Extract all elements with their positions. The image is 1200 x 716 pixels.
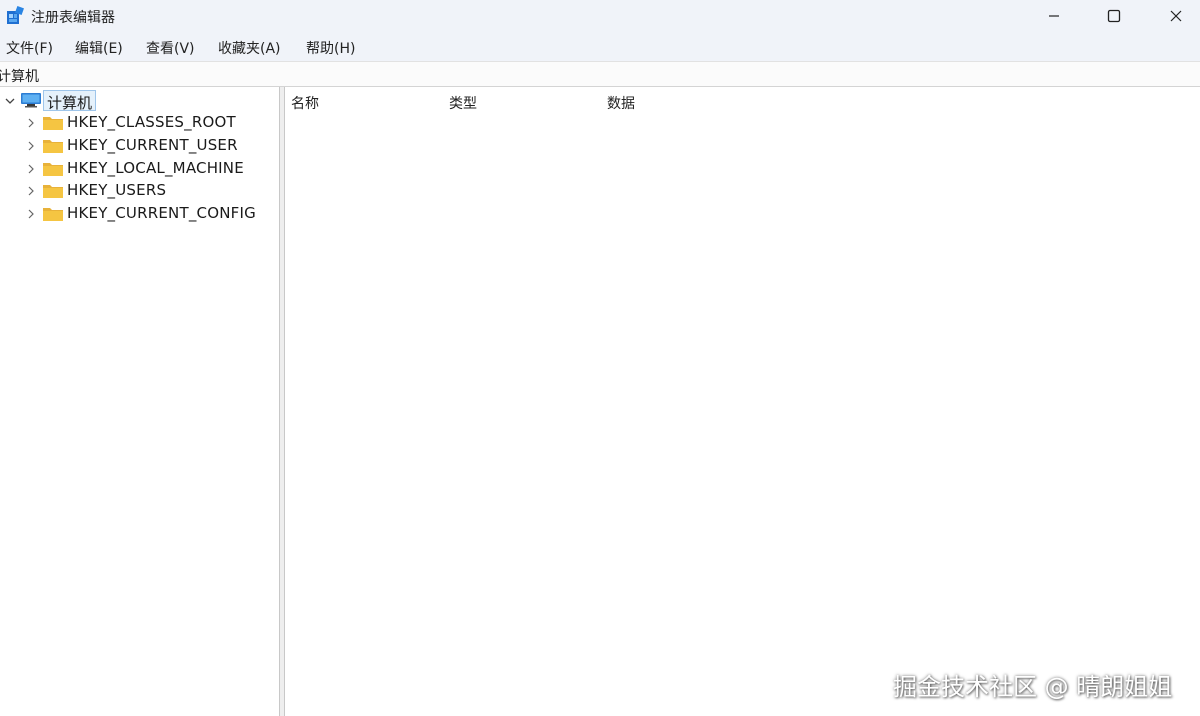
menu-help[interactable]: 帮助(H) [306, 38, 355, 58]
minimize-button[interactable] [1026, 0, 1082, 32]
tree-item-label: HKEY_LOCAL_MACHINE [67, 159, 244, 177]
minimize-icon [1049, 15, 1059, 17]
maximize-icon [1107, 9, 1121, 23]
folder-icon [43, 117, 63, 130]
menu-file[interactable]: 文件(F) [6, 38, 53, 58]
tree-item-label: HKEY_CURRENT_CONFIG [67, 204, 256, 222]
tree-item-label: HKEY_CLASSES_ROOT [67, 113, 236, 131]
window-title: 注册表编辑器 [31, 10, 115, 26]
maximize-button[interactable] [1086, 0, 1142, 32]
menu-view[interactable]: 查看(V) [146, 38, 195, 58]
chevron-right-icon[interactable] [25, 185, 37, 197]
close-icon [1170, 10, 1182, 22]
address-path[interactable]: 计算机 [0, 66, 39, 86]
title-bar[interactable]: 注册表编辑器 [0, 0, 1200, 32]
registry-editor-icon [7, 6, 24, 24]
column-header-name[interactable]: 名称 [291, 93, 319, 113]
values-list-pane[interactable] [285, 87, 1200, 716]
menu-edit[interactable]: 编辑(E) [75, 38, 123, 58]
folder-icon [43, 185, 63, 198]
tree-root-computer[interactable]: 计算机 [43, 90, 97, 112]
chevron-right-icon[interactable] [25, 140, 37, 152]
chevron-right-icon[interactable] [25, 117, 37, 129]
column-header-type[interactable]: 类型 [449, 93, 477, 113]
tree-item-label: HKEY_USERS [67, 181, 167, 199]
chevron-right-icon[interactable] [25, 163, 37, 175]
menu-bar: 文件(F) 编辑(E) 查看(V) 收藏夹(A) 帮助(H) [0, 32, 1200, 61]
folder-icon [43, 208, 63, 221]
address-bar[interactable]: 计算机 [0, 61, 1200, 87]
column-header-data[interactable]: 数据 [607, 93, 635, 113]
chevron-down-icon[interactable] [4, 95, 16, 107]
folder-icon [43, 140, 63, 153]
chevron-right-icon[interactable] [25, 208, 37, 220]
watermark: 掘金技术社区 @ 晴朗姐姐 [893, 673, 1173, 701]
close-button[interactable] [1148, 0, 1200, 32]
tree-item-label: HKEY_CURRENT_USER [67, 136, 238, 154]
folder-icon [43, 163, 63, 176]
menu-favorites[interactable]: 收藏夹(A) [218, 38, 281, 58]
computer-icon [21, 93, 41, 108]
